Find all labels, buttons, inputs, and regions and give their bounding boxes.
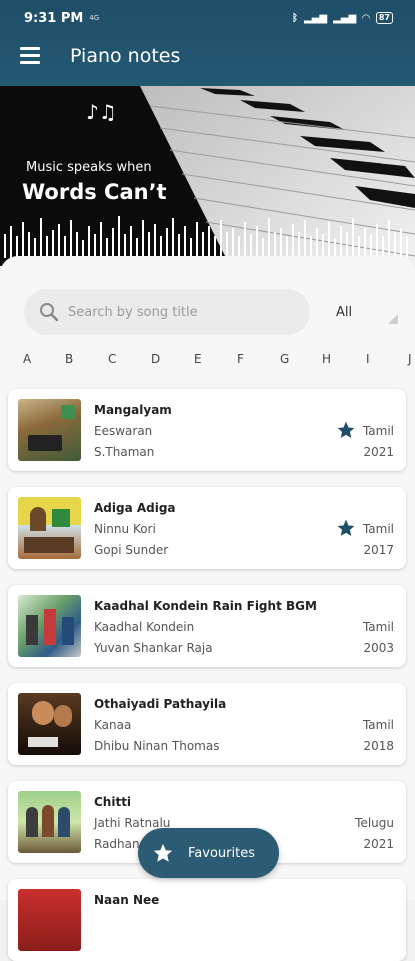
menu-icon[interactable] <box>20 47 40 64</box>
song-movie: Kaadhal Kondein <box>94 620 195 634</box>
song-card[interactable]: Adiga Adiga Ninnu Kori Gopi Sunder Tamil… <box>8 487 406 569</box>
song-card[interactable]: Kaadhal Kondein Rain Fight BGM Kaadhal K… <box>8 585 406 667</box>
search-icon <box>38 301 60 323</box>
song-composer: Gopi Sunder <box>94 543 169 557</box>
alphabet-letter[interactable]: D <box>151 352 160 366</box>
song-year: 2021 <box>363 445 394 459</box>
status-bar: 9:31 PM 4G ᛒ ▂▄▆ ▂▄▆ ◠ 87 <box>24 8 393 28</box>
music-note-icon: ♪♫ <box>86 100 117 124</box>
song-composer: S.Thaman <box>94 445 155 459</box>
status-time: 9:31 PM <box>24 10 84 26</box>
song-language: Tamil <box>362 424 394 438</box>
song-title: Kaadhal Kondein Rain Fight BGM <box>94 599 317 613</box>
alphabet-letter[interactable]: J <box>408 352 412 366</box>
song-thumbnail <box>18 693 81 755</box>
bluetooth-icon: ᛒ <box>292 12 298 24</box>
song-composer: Yuvan Shankar Raja <box>94 641 213 655</box>
song-year: 2021 <box>363 837 394 851</box>
network-type: 4G <box>89 14 100 22</box>
filter-value: All <box>336 305 353 320</box>
signal-icon: ▂▄▆ <box>304 12 328 24</box>
song-thumbnail <box>18 889 81 951</box>
hero-banner: ♪♫ Music speaks when Words Can’t <box>0 86 415 266</box>
song-language: Tamil <box>362 522 394 536</box>
wifi-icon: ◠ <box>362 12 370 24</box>
hero-tagline-big: Words Can’t <box>22 180 167 204</box>
song-language: Telugu <box>355 816 394 830</box>
song-card[interactable]: Mangalyam Eeswaran S.Thaman Tamil 2021 <box>8 389 406 471</box>
song-thumbnail <box>18 399 81 461</box>
song-composer: Dhibu Ninan Thomas <box>94 739 220 753</box>
search-input[interactable]: Search by song title <box>24 289 310 335</box>
piano-keys-illustration <box>4 86 415 266</box>
song-title: Adiga Adiga <box>94 501 176 515</box>
song-composer: Radhan <box>94 837 140 851</box>
favourite-star-icon[interactable] <box>336 420 356 440</box>
song-card[interactable]: Naan Nee <box>8 879 406 961</box>
song-title: Chitti <box>94 795 132 809</box>
song-year: 2017 <box>363 543 394 557</box>
favourites-label: Favourites <box>188 845 255 861</box>
search-placeholder: Search by song title <box>68 304 198 320</box>
alphabet-letter[interactable]: A <box>23 352 31 366</box>
app-bar: 9:31 PM 4G ᛒ ▂▄▆ ▂▄▆ ◠ 87 Piano notes <box>0 0 415 86</box>
battery-icon: 87 <box>375 12 393 24</box>
song-language: Tamil <box>362 620 394 634</box>
alphabet-letter[interactable]: H <box>322 352 331 366</box>
star-icon <box>153 843 173 862</box>
song-movie: Kanaa <box>94 718 132 732</box>
alphabet-letter[interactable]: E <box>194 352 202 366</box>
alphabet-index: A B C D E F G H I J <box>18 352 415 370</box>
song-language: Tamil <box>362 718 394 732</box>
song-title: Naan Nee <box>94 893 160 907</box>
alphabet-letter[interactable]: I <box>366 352 370 366</box>
hero-tagline: Music speaks when <box>26 160 152 175</box>
song-thumbnail <box>18 791 81 853</box>
song-thumbnail <box>18 497 81 559</box>
alphabet-letter[interactable]: G <box>280 352 289 366</box>
song-movie: Eeswaran <box>94 424 153 438</box>
song-thumbnail <box>18 595 81 657</box>
song-title: Othaiyadi Pathayila <box>94 697 227 711</box>
language-filter-dropdown[interactable]: All <box>322 302 402 326</box>
alphabet-letter[interactable]: C <box>108 352 116 366</box>
favourite-star-icon[interactable] <box>336 518 356 538</box>
signal-icon-2: ▂▄▆ <box>333 12 357 24</box>
favourites-button[interactable]: Favourites <box>138 828 279 878</box>
song-title: Mangalyam <box>94 403 172 417</box>
dropdown-caret-icon <box>388 314 398 324</box>
alphabet-letter[interactable]: B <box>65 352 73 366</box>
song-card[interactable]: Othaiyadi Pathayila Kanaa Dhibu Ninan Th… <box>8 683 406 765</box>
song-year: 2018 <box>363 739 394 753</box>
song-movie: Ninnu Kori <box>94 522 156 536</box>
song-year: 2003 <box>363 641 394 655</box>
alphabet-letter[interactable]: F <box>237 352 244 366</box>
page-title: Piano notes <box>70 45 181 67</box>
